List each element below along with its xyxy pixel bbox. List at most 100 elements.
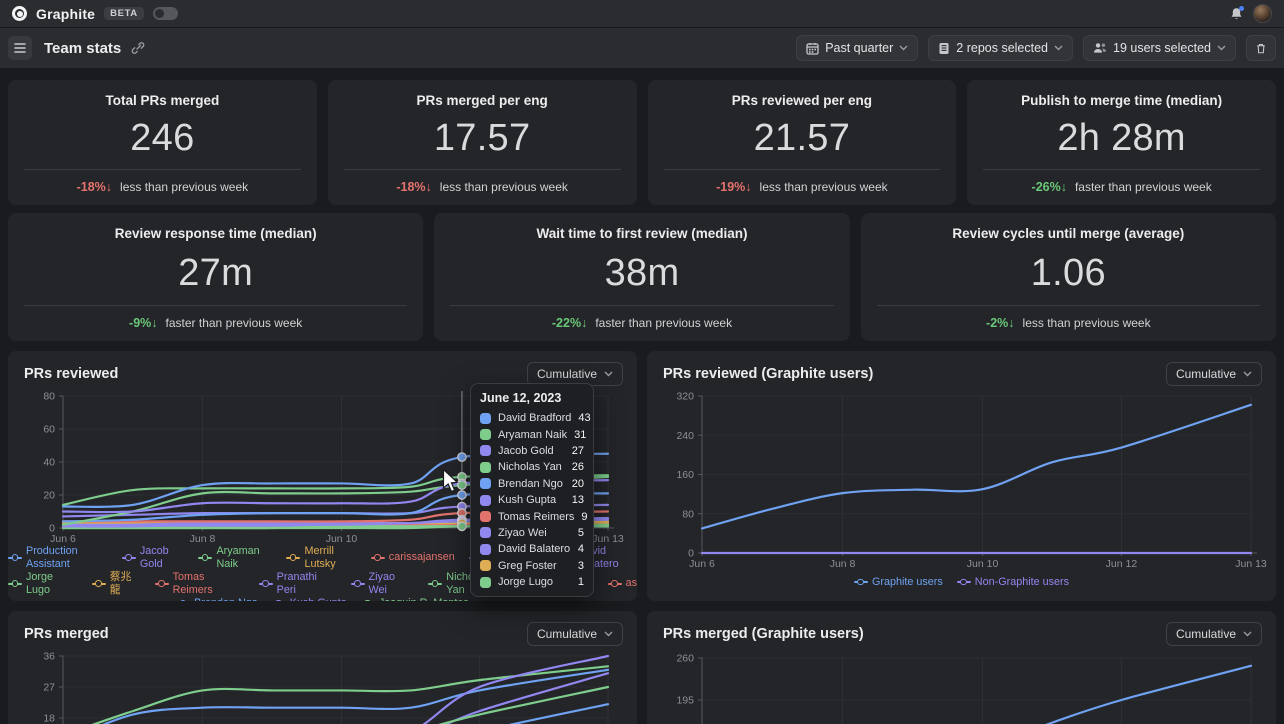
copy-link-button[interactable] [131,41,145,55]
filter-label: Past quarter [825,41,893,55]
tooltip-swatch [480,560,491,571]
tooltip-row: Tomas Reimers9 [480,508,584,524]
stat-title: Review cycles until merge (average) [952,226,1184,241]
tooltip-name: Kush Gupta [498,494,565,506]
filter-calendar[interactable]: Past quarter [796,35,918,61]
legend-item[interactable]: Jacob Gold [122,545,185,570]
svg-text:40: 40 [43,457,55,469]
legend-label: Non-Graphite users [975,576,1069,589]
legend-item[interactable]: 蔡兆龍 [92,571,141,596]
stat-delta-note: faster than previous week [166,316,303,330]
notifications-bell-icon[interactable] [1230,7,1243,21]
legend-label: Jorge Lugo [26,571,78,596]
stat-value: 246 [130,108,194,169]
svg-text:20: 20 [43,490,55,502]
stat-delta-note: less than previous week [440,180,568,194]
tooltip-value: 31 [574,429,586,441]
legend-item[interactable]: Graphite users [854,576,943,589]
cumulative-dropdown[interactable]: Cumulative [1166,622,1262,646]
filter-repo[interactable]: 2 repos selected [928,35,1073,61]
stat-value: 17.57 [434,108,531,169]
stat-title: PRs merged per eng [416,93,547,108]
user-avatar[interactable] [1253,4,1272,23]
legend-label: carissajansen [389,551,455,564]
stat-title: PRs reviewed per eng [732,93,872,108]
legend-item[interactable]: Merrill Lutsky [286,545,356,570]
legend-item[interactable]: Brendan Ngo [176,597,258,601]
delete-dashboard-button[interactable] [1246,35,1276,61]
stat-delta-note: less than previous week [1023,316,1151,330]
tooltip-name: Nicholas Yan [498,461,565,473]
stat-delta-note: less than previous week [120,180,248,194]
chevron-down-icon [1217,45,1226,51]
legend-marker-icon [286,554,300,562]
svg-text:Jun 13: Jun 13 [1235,558,1267,570]
stat-divider [450,305,833,306]
tooltip-value: 13 [572,494,584,506]
chart-title: PRs merged [24,626,109,642]
stat-divider [664,169,941,170]
trash-icon [1256,42,1266,55]
legend-item[interactable]: carissajansen [371,551,455,564]
svg-text:260: 260 [676,653,694,665]
stat-title: Total PRs merged [105,93,219,108]
stat-value: 27m [178,241,253,305]
legend-label: Ziyao Wei [369,571,415,596]
svg-text:Jun 10: Jun 10 [967,558,999,570]
legend-row: Brendan Ngo Kush Gupta Joaquin R. Montes [8,597,637,601]
menu-button[interactable] [8,36,32,60]
tooltip-row: Jacob Gold 27 [480,443,584,459]
stat-delta: -9%↓ [129,316,157,330]
cumulative-dropdown[interactable]: Cumulative [527,622,623,646]
stat-footnote: -18%↓less than previous week [396,180,568,194]
legend-item[interactable]: Jorge Lugo [8,571,78,596]
svg-text:80: 80 [43,391,55,403]
chart-prs-merged: PRs merged Cumulative 182736Jun 6Jun 8Ju… [8,611,637,724]
chevron-down-icon [1243,631,1252,637]
tooltip-name: Aryaman Naik [498,429,567,441]
theme-toggle[interactable] [153,7,178,20]
legend-item[interactable]: Joaquin R. Montes [361,597,469,601]
tooltip-name: David Bradford [498,412,571,424]
legend-item[interactable]: Pranathi Peri [259,571,337,596]
stat-card: Wait time to first review (median)38m-22… [434,213,849,341]
beta-badge: BETA [104,7,144,21]
chevron-down-icon [1243,371,1252,377]
stat-divider [344,169,621,170]
legend-label: Merrill Lutsky [304,545,356,570]
chart-prs-merged-graphite: PRs merged (Graphite users) Cumulative 1… [647,611,1276,724]
legend-label: as [626,577,637,590]
svg-text:80: 80 [682,508,694,520]
stat-delta: -19%↓ [716,180,751,194]
tooltip-swatch [480,445,491,456]
tooltip-value: 20 [572,478,584,490]
chart-tooltip: June 12, 2023 David Bradford43Aryaman Na… [470,383,594,597]
tooltip-name: Jacob Gold [498,445,565,457]
legend-label: Pranathi Peri [277,571,337,596]
legend-marker-icon [371,554,385,562]
tooltip-swatch [480,478,491,489]
tooltip-value: 9 [581,511,587,523]
tooltip-row: Nicholas Yan26 [480,459,584,475]
legend-label: Production Assistant [26,545,108,570]
legend-item[interactable]: Non-Graphite users [957,576,1069,589]
topbar: Graphite BETA [0,0,1284,28]
stat-card: Review response time (median)27m-9%↓fast… [8,213,423,341]
toggle-knob [155,9,164,18]
filter-users[interactable]: 19 users selected [1083,35,1236,61]
legend-item[interactable]: Tomas Reimers [155,571,245,596]
legend-item[interactable]: Ziyao Wei [351,571,415,596]
tooltip-swatch [480,544,491,555]
legend-row: Graphite users Non-Graphite users [647,576,1276,589]
legend-marker-icon [351,580,365,588]
dashboard: Total PRs merged246 -18%↓less than previo… [0,68,1284,724]
tooltip-value: 27 [572,445,584,457]
brand-name: Graphite [36,6,95,22]
legend-item[interactable]: Production Assistant [8,545,108,570]
tooltip-row: David Bradford43 [480,410,584,426]
legend-item[interactable]: Kush Gupta [272,597,347,601]
cumulative-dropdown[interactable]: Cumulative [1166,362,1262,386]
legend-item[interactable]: as [608,577,637,590]
tooltip-value: 43 [578,412,590,424]
legend-item[interactable]: Aryaman Naik [198,545,272,570]
